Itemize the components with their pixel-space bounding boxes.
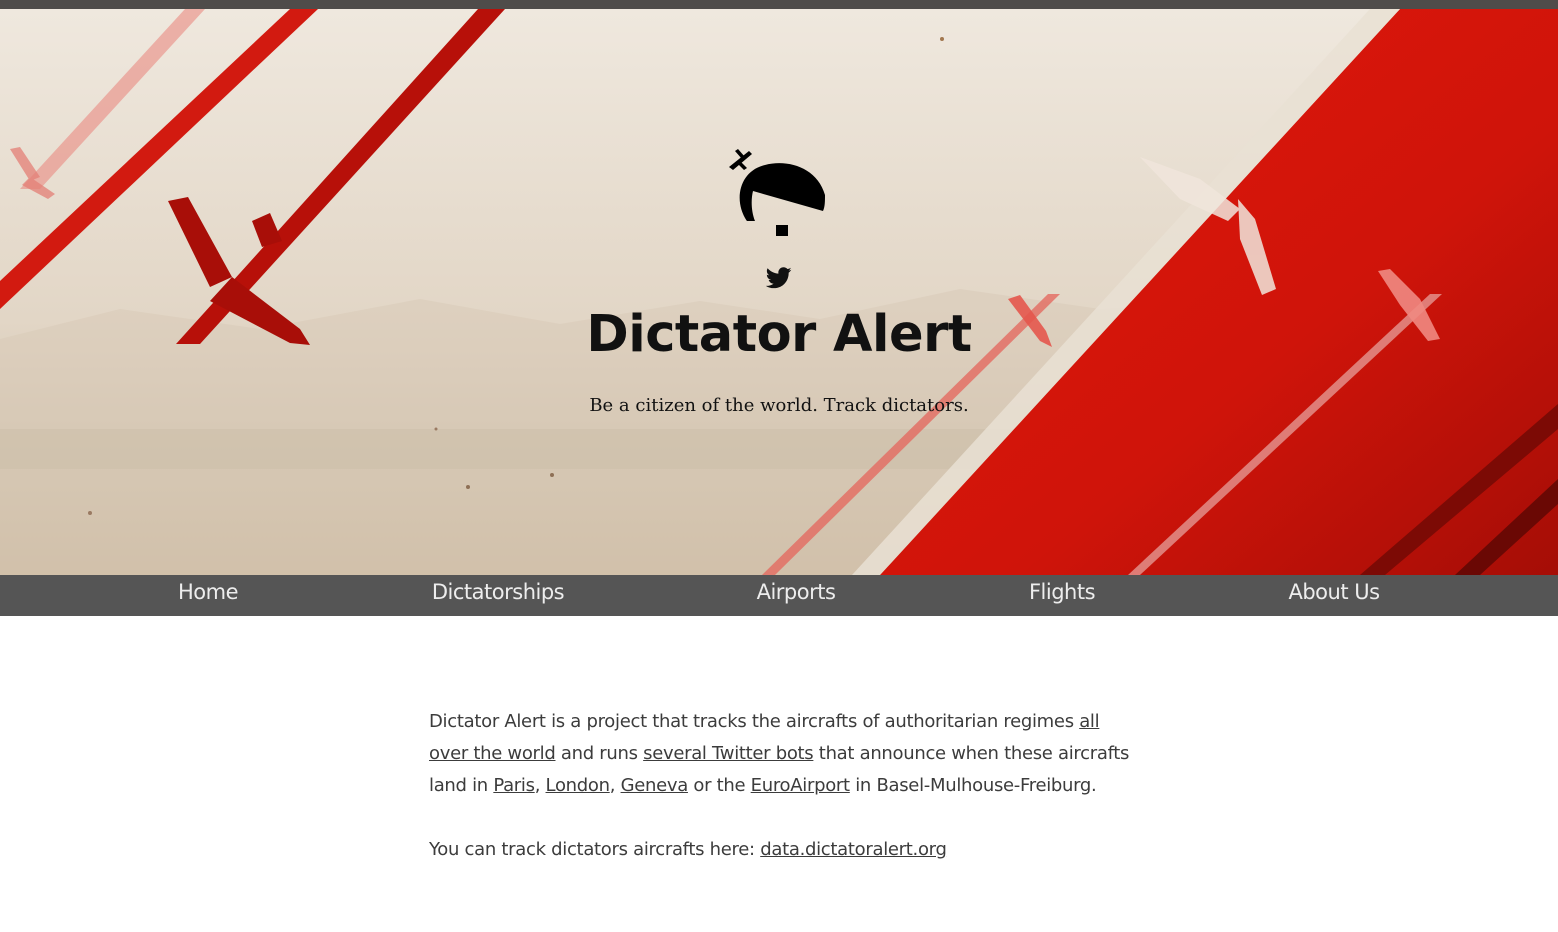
nav-item-airports[interactable]: Airports <box>757 575 836 616</box>
hero-banner: Dictator Alert Be a citizen of the world… <box>0 9 1558 575</box>
site-title[interactable]: Dictator Alert <box>0 305 1558 364</box>
intro-text: or the <box>687 775 751 796</box>
intro-text: , <box>534 775 546 796</box>
main-navigation: Home Dictatorships Airports Flights Abou… <box>0 575 1558 616</box>
intro-text: Dictator Alert is a project that tracks … <box>429 711 1080 732</box>
twitter-icon[interactable] <box>766 267 792 289</box>
main-content: Dictator Alert is a project that tracks … <box>429 706 1139 898</box>
nav-item-home[interactable]: Home <box>178 575 239 616</box>
intro-text: and runs <box>555 743 644 764</box>
nav-item-about-us[interactable]: About Us <box>1288 575 1380 616</box>
link-paris[interactable]: Paris <box>493 775 535 796</box>
track-text: You can track dictators aircrafts here: <box>429 839 761 860</box>
track-paragraph: You can track dictators aircrafts here: … <box>429 834 1139 866</box>
nav-item-dictatorships[interactable]: Dictatorships <box>432 575 565 616</box>
link-euroairport[interactable]: EuroAirport <box>751 775 850 796</box>
site-tagline: Be a citizen of the world. Track dictato… <box>589 395 969 416</box>
link-london[interactable]: London <box>546 775 610 796</box>
link-geneva[interactable]: Geneva <box>621 775 689 796</box>
nav-item-flights[interactable]: Flights <box>1029 575 1096 616</box>
intro-text: in Basel-Mulhouse-Freiburg. <box>849 775 1097 796</box>
top-bar <box>0 0 1558 9</box>
intro-paragraph: Dictator Alert is a project that tracks … <box>429 706 1139 802</box>
intro-text: , <box>609 775 621 796</box>
link-data-dictatoralert[interactable]: data.dictatoralert.org <box>760 839 947 860</box>
dictator-alert-logo[interactable] <box>725 141 829 237</box>
link-twitter-bots[interactable]: several Twitter bots <box>643 743 814 764</box>
hero-background-illustration <box>0 9 1558 575</box>
